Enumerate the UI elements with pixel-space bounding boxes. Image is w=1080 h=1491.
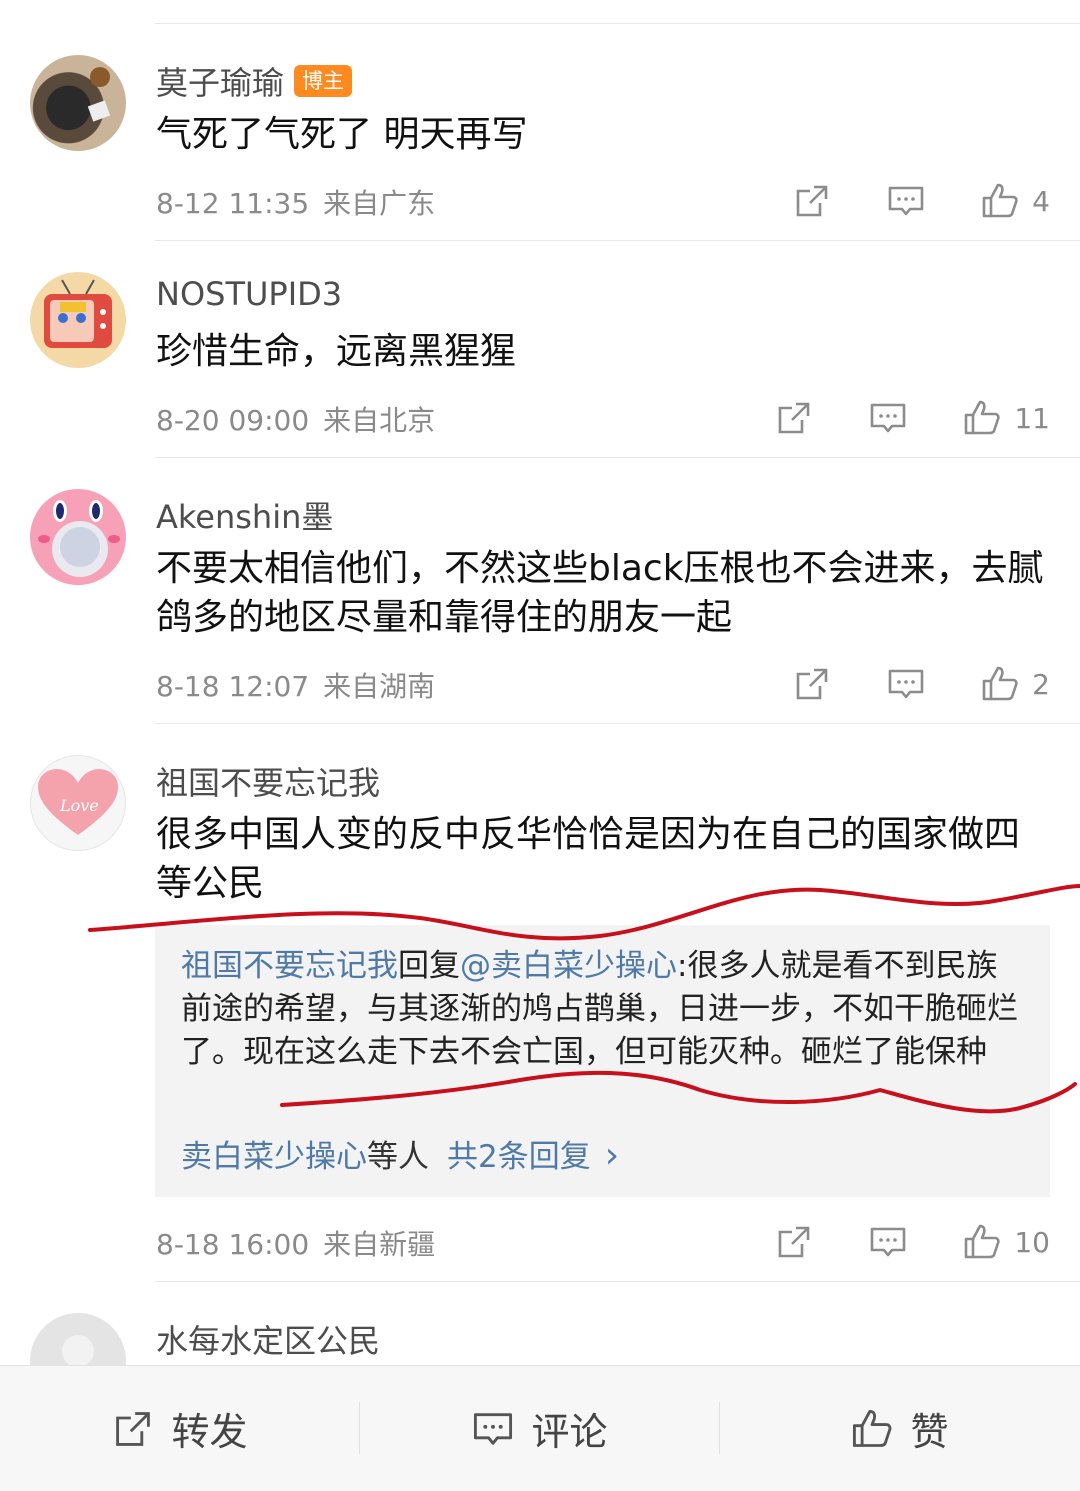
repost-label: 转发	[171, 1410, 248, 1454]
more-replies-link[interactable]: 卖白菜少操心等人 共2条回复 ›	[181, 1131, 619, 1176]
share-icon[interactable]	[774, 398, 814, 438]
comment-meta: 8-18 12:07 来自湖南	[156, 665, 435, 705]
bottom-action-bar: 转发 评论 赞	[0, 1365, 1080, 1491]
comment-label: 评论	[531, 1410, 608, 1454]
divider	[155, 723, 1080, 724]
comment-actions: 2	[792, 662, 1050, 706]
comment-text: 珍惜生命，远离黑猩猩	[156, 331, 517, 372]
location: 来自湖南	[323, 670, 436, 703]
share-icon[interactable]	[792, 664, 832, 704]
like-count: 10	[1014, 1225, 1050, 1259]
username[interactable]: Akenshin墨	[156, 492, 333, 538]
username[interactable]: 水每水定区公民	[156, 1316, 380, 1362]
like-count: 4	[1032, 184, 1050, 218]
blogger-badge: 博主	[294, 65, 353, 97]
username[interactable]: 莫子瑜瑜 博主	[156, 58, 353, 104]
chevron-right-icon: ›	[604, 1135, 620, 1176]
comment-text: 很多中国人变的反中反华恰恰是因为在自己的国家做四等公民	[156, 814, 1021, 904]
avatar[interactable]	[30, 55, 126, 151]
username[interactable]: NOSTUPID3	[156, 275, 342, 313]
timestamp: 8-12 11:35	[156, 187, 310, 220]
comment-icon[interactable]	[886, 181, 926, 221]
like-count: 2	[1032, 667, 1050, 701]
comment-meta: 8-20 09:00 来自北京	[156, 399, 435, 439]
like-icon[interactable]	[980, 664, 1020, 704]
reply-author-link[interactable]: 祖国不要忘记我	[181, 948, 398, 984]
comment-icon	[474, 1412, 513, 1445]
red-underline-annotation	[88, 884, 1080, 1114]
avatar[interactable]	[30, 489, 126, 585]
like-icon[interactable]	[962, 1222, 1002, 1262]
repost-button[interactable]: 转发	[0, 1366, 359, 1491]
divider	[155, 457, 1080, 458]
comment-text: 不要太相信他们，不然这些black压根也不会进来，去腻鸽多的地区尽量和靠得住的朋…	[156, 548, 1044, 638]
comment-text: 气死了气死了 明天再写	[156, 114, 528, 155]
share-icon[interactable]	[792, 181, 832, 221]
avatar-image	[38, 500, 120, 577]
comment-icon[interactable]	[886, 664, 926, 704]
like-icon[interactable]	[980, 181, 1020, 221]
mention-link[interactable]: @卖白菜少操心	[460, 948, 677, 984]
like-button[interactable]: 赞	[720, 1366, 1079, 1491]
heart-avatar-image: Love	[38, 769, 118, 835]
like-icon	[853, 1409, 892, 1447]
divider	[155, 1281, 1080, 1282]
like-icon[interactable]	[962, 398, 1002, 438]
comment-icon[interactable]	[868, 1222, 908, 1262]
comment-actions: 10	[774, 1220, 1050, 1264]
comment-actions: 11	[774, 396, 1050, 440]
like-label: 赞	[910, 1410, 949, 1454]
comment-button[interactable]: 评论	[360, 1366, 719, 1491]
share-icon	[116, 1411, 151, 1446]
avatar-image	[44, 279, 112, 348]
comment-icon[interactable]	[868, 398, 908, 438]
divider	[155, 23, 1080, 24]
username[interactable]: 祖国不要忘记我	[156, 758, 380, 804]
comment-meta: 8-18 16:00 来自新疆	[156, 1223, 435, 1263]
reply-preview[interactable]: 祖国不要忘记我回复@卖白菜少操心:很多人就是看不到民族前途的希望，与其逐渐的鸠占…	[155, 925, 1050, 1197]
avatar-image	[87, 67, 111, 122]
location: 来自新疆	[323, 1228, 436, 1261]
timestamp: 8-20 09:00	[156, 404, 310, 437]
avatar[interactable]	[30, 272, 126, 368]
timestamp: 8-18 16:00	[156, 1228, 310, 1261]
location: 来自北京	[323, 404, 436, 437]
reply-text: 祖国不要忘记我回复@卖白菜少操心:很多人就是看不到民族前途的希望，与其逐渐的鸠占…	[181, 948, 1018, 1070]
divider	[155, 240, 1080, 241]
like-count: 11	[1014, 401, 1050, 435]
svg-text:Love: Love	[59, 796, 99, 815]
location: 来自广东	[323, 187, 436, 220]
comment-meta: 8-12 11:35 来自广东	[156, 182, 435, 222]
share-icon[interactable]	[774, 1222, 814, 1262]
comment-actions: 4	[792, 179, 1050, 223]
avatar[interactable]: Love	[30, 755, 126, 851]
timestamp: 8-18 12:07	[156, 670, 310, 703]
